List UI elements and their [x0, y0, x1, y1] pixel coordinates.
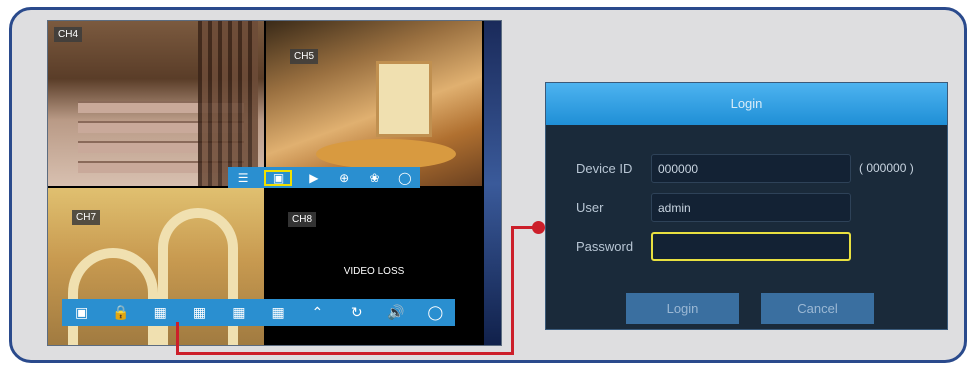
edge-strip	[484, 21, 501, 345]
camera-icon[interactable]: ▣	[264, 169, 293, 186]
device-id-hint: ( 000000 )	[859, 161, 914, 175]
channel-toolbar: ☰ ▣ ▶ ⊕ ❀ ◯	[228, 167, 420, 188]
lock-icon[interactable]: 🔒	[112, 304, 130, 321]
rotate-icon[interactable]: ↻	[348, 304, 366, 321]
main-toolbar: ▣ 🔒 ▦ ▦ ▦ ▦ ⌃ ↻ 🔊 ◯	[62, 299, 455, 326]
device-id-label: Device ID	[576, 160, 633, 176]
arch	[68, 248, 158, 345]
video-loss-text: VIDEO LOSS	[343, 266, 405, 277]
volume-icon[interactable]: 🔊	[387, 304, 405, 321]
camera-view-ch4[interactable]: CH4	[48, 21, 264, 186]
layout-6-icon[interactable]: ▦	[191, 304, 209, 321]
password-field[interactable]	[651, 231, 851, 261]
user-row: User admin	[546, 192, 947, 222]
connector-line	[511, 226, 514, 355]
menu-list-icon[interactable]: ☰	[234, 170, 252, 186]
window	[376, 61, 432, 137]
stair-rail	[198, 21, 258, 186]
channel-label: CH5	[290, 49, 319, 64]
layout-4-icon[interactable]: ▦	[151, 304, 169, 321]
device-id-row: Device ID 000000 ( 000000 )	[546, 153, 947, 183]
ptz-icon[interactable]: ◯	[426, 304, 444, 321]
zoom-icon[interactable]: ⊕	[335, 170, 353, 186]
layout-8-icon[interactable]: ▦	[230, 304, 248, 321]
scroll-up-icon[interactable]: ⌃	[308, 304, 326, 321]
layout-9-icon[interactable]: ▦	[269, 304, 287, 321]
connector-line	[176, 352, 514, 355]
connector-dot	[532, 221, 545, 234]
connector-line	[176, 322, 179, 355]
user-label: User	[576, 199, 604, 215]
ptz-icon[interactable]: ◯	[396, 170, 414, 186]
channel-label: CH8	[288, 212, 317, 227]
play-icon[interactable]: ▶	[305, 170, 323, 186]
dining-table	[316, 139, 456, 169]
camera-view-ch5[interactable]: CH5	[266, 21, 482, 186]
channel-label: CH4	[54, 27, 83, 42]
cancel-button[interactable]: Cancel	[761, 293, 874, 324]
device-id-field[interactable]: 000000	[651, 153, 851, 183]
channel-label: CH7	[72, 210, 101, 225]
password-label: Password	[576, 238, 634, 254]
login-button[interactable]: Login	[626, 293, 739, 324]
color-palette-icon[interactable]: ❀	[365, 170, 383, 186]
login-dialog: Login Device ID 000000 ( 000000 ) User a…	[545, 82, 948, 330]
dialog-title: Login	[546, 83, 947, 125]
screen-icon[interactable]: ▣	[73, 304, 91, 321]
user-field[interactable]: admin	[651, 192, 851, 222]
password-row: Password	[546, 231, 947, 261]
